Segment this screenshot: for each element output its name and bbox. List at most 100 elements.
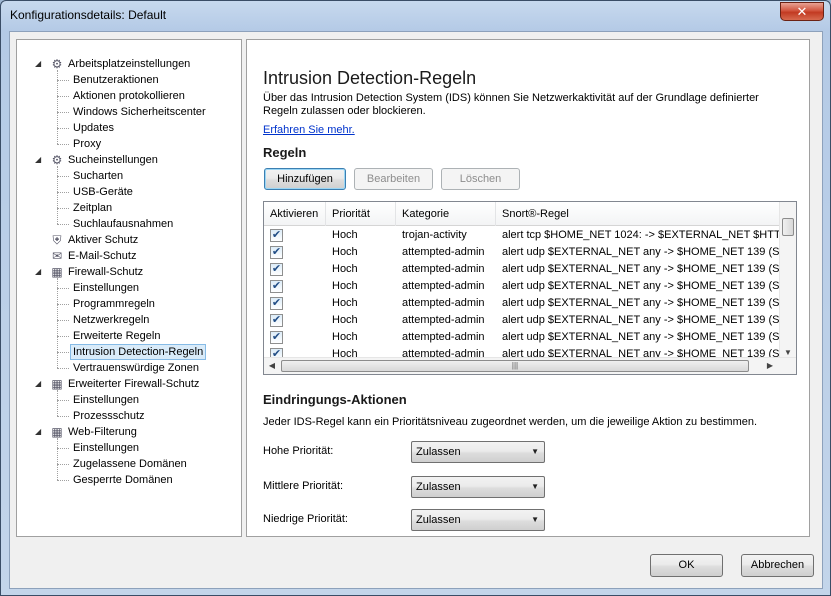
high-priority-select[interactable]: Zulassen ▼ <box>411 441 545 463</box>
tree-item[interactable]: Erweiterte Regeln <box>17 328 237 344</box>
dialog-window: Konfigurationsdetails: Default ✕ ◢ ⚙ Arbei… <box>0 0 831 596</box>
table-row[interactable]: ✔ Hoch attempted-admin alert udp $EXTERNAL_… <box>264 295 784 312</box>
tree-group-label: Firewall-Schutz <box>68 266 144 278</box>
tree-item[interactable]: Benutzeraktionen <box>17 72 237 88</box>
learn-more-link[interactable]: Erfahren Sie mehr. <box>263 124 355 136</box>
enable-checkbox[interactable]: ✔ <box>270 229 283 242</box>
close-button[interactable]: ✕ <box>780 2 824 21</box>
tree-connector <box>57 70 58 144</box>
enable-checkbox[interactable]: ✔ <box>270 331 283 344</box>
table-row[interactable]: ✔ Hoch attempted-admin alert udp $EXTERNAL_… <box>264 278 784 295</box>
tree-group[interactable]: ✉ E-Mail-Schutz <box>17 248 237 264</box>
tree-item[interactable]: Aktionen protokollieren <box>17 88 237 104</box>
tree-group-label: Arbeitsplatzeinstellungen <box>68 58 191 70</box>
tree-connector <box>57 192 69 193</box>
column-header-snort-rule[interactable]: Snort®-Regel <box>496 202 784 226</box>
table-row[interactable]: ✔ Hoch attempted-admin alert udp $EXTERNAL_… <box>264 312 784 329</box>
search-gear-icon: ⚙ <box>51 153 63 167</box>
tree-connector <box>57 368 69 369</box>
tree-expand-arrow-icon[interactable]: ◢ <box>35 264 44 280</box>
title-bar[interactable]: Konfigurationsdetails: Default ✕ <box>1 1 830 29</box>
column-header-category[interactable]: Kategorie <box>396 202 496 226</box>
edit-button[interactable]: Bearbeiten <box>354 168 433 190</box>
tree-item[interactable]: Prozessschutz <box>17 408 237 424</box>
enable-checkbox[interactable]: ✔ <box>270 280 283 293</box>
grid-horizontal-scrollbar[interactable]: ◀ ||| ▶ <box>264 357 796 374</box>
tree-connector <box>57 320 69 321</box>
tree-group[interactable]: ◢ ▦ Firewall-Schutz <box>17 264 237 280</box>
table-row[interactable]: ✔ Hoch attempted-admin alert udp $EXTERNAL_… <box>264 261 784 278</box>
tree-expand-arrow-icon[interactable]: ◢ <box>35 376 44 392</box>
tree-item-label: Suchlaufausnahmen <box>73 218 174 230</box>
tree-item-label: Gesperrte Domänen <box>73 474 173 486</box>
tree-item[interactable]: Suchlaufausnahmen <box>17 216 237 232</box>
tree-item-label: Erweiterte Regeln <box>73 330 161 342</box>
column-header-enable[interactable]: Aktivieren <box>264 202 326 226</box>
tree-expand-arrow-icon[interactable]: ◢ <box>35 424 44 440</box>
enable-checkbox[interactable]: ✔ <box>270 314 283 327</box>
enable-checkbox[interactable]: ✔ <box>270 297 283 310</box>
tree-item-label: USB-Geräte <box>73 186 133 198</box>
tree-expand-arrow-icon[interactable]: ◢ <box>35 56 44 72</box>
scroll-left-arrow-icon[interactable]: ◀ <box>264 361 280 370</box>
tree-item[interactable]: Zugelassene Domänen <box>17 456 237 472</box>
tree-group[interactable]: ⛨ Aktiver Schutz <box>17 232 237 248</box>
intrusion-actions-heading: Eindringungs-Aktionen <box>263 392 407 407</box>
tree-item[interactable]: Zeitplan <box>17 200 237 216</box>
tree-item-label: Windows Sicherheitscenter <box>73 106 206 118</box>
horizontal-scroll-thumb[interactable]: ||| <box>281 360 749 372</box>
delete-button[interactable]: Löschen <box>441 168 520 190</box>
enable-checkbox[interactable]: ✔ <box>270 246 283 259</box>
tree-item[interactable]: Programmregeln <box>17 296 237 312</box>
category-cell: attempted-admin <box>402 297 485 309</box>
add-button[interactable]: Hinzufügen <box>264 168 346 190</box>
tree-item[interactable]: Einstellungen <box>17 392 237 408</box>
tree-connector <box>57 390 58 416</box>
low-priority-select[interactable]: Zulassen ▼ <box>411 509 545 531</box>
tree-expand-arrow-icon[interactable]: ◢ <box>35 152 44 168</box>
grid-vertical-scrollbar[interactable]: ▼ <box>779 202 796 358</box>
category-cell: attempted-admin <box>402 263 485 275</box>
table-row[interactable]: ✔ Hoch attempted-admin alert udp $EXTERNAL_… <box>264 244 784 261</box>
tree-connector <box>57 208 69 209</box>
tree-group[interactable]: ◢ ▦ Erweiterter Firewall-Schutz <box>17 376 237 392</box>
table-row[interactable]: ✔ Hoch attempted-admin alert udp $EXTERNAL_… <box>264 329 784 346</box>
scroll-down-arrow-icon[interactable]: ▼ <box>780 348 796 357</box>
tree-group[interactable]: ◢ ⚙ Sucheinstellungen <box>17 152 237 168</box>
tree-item[interactable]: Intrusion Detection-Regeln <box>17 344 237 360</box>
tree-item-label: Sucharten <box>73 170 124 182</box>
tree-connector <box>57 464 69 465</box>
shield-icon: ⛨ <box>52 233 62 247</box>
column-header-priority[interactable]: Priorität <box>326 202 396 226</box>
tree-item[interactable]: Gesperrte Domänen <box>17 472 237 488</box>
cancel-button[interactable]: Abbrechen <box>741 554 814 577</box>
intrusion-actions-description: Jeder IDS-Regel kann ein Prioritätsnivea… <box>263 416 758 428</box>
category-cell: attempted-admin <box>402 246 485 258</box>
category-cell: attempted-admin <box>402 314 485 326</box>
enable-checkbox[interactable]: ✔ <box>270 263 283 276</box>
ok-button[interactable]: OK <box>650 554 723 577</box>
high-priority-value: Zulassen <box>416 446 461 458</box>
tree-item[interactable]: Vertrauenswürdige Zonen <box>17 360 237 376</box>
medium-priority-select[interactable]: Zulassen ▼ <box>411 476 545 498</box>
tree-group[interactable]: ◢ ▦ Web-Filterung <box>17 424 237 440</box>
tree-connector <box>57 224 69 225</box>
firewall-icon: ▦ <box>51 265 63 279</box>
tree-item[interactable]: Einstellungen <box>17 280 237 296</box>
table-row[interactable]: ✔ Hoch trojan-activity alert tcp $HOME_NET … <box>264 227 784 244</box>
tree-item-label: Einstellungen <box>73 282 140 294</box>
tree-group[interactable]: ◢ ⚙ Arbeitsplatzeinstellungen <box>17 56 237 72</box>
vertical-scroll-thumb[interactable] <box>782 218 794 236</box>
tree-item[interactable]: USB-Geräte <box>17 184 237 200</box>
tree-item[interactable]: Updates <box>17 120 237 136</box>
tree-connector <box>57 128 69 129</box>
scroll-right-arrow-icon[interactable]: ▶ <box>762 361 778 370</box>
tree-connector <box>57 352 69 353</box>
tree-item[interactable]: Proxy <box>17 136 237 152</box>
tree-item[interactable]: Sucharten <box>17 168 237 184</box>
tree-item[interactable]: Einstellungen <box>17 440 237 456</box>
ids-rules-grid[interactable]: Aktivieren Priorität Kategorie Snort®-Re… <box>263 201 797 375</box>
chevron-down-icon: ▼ <box>531 482 539 491</box>
tree-item[interactable]: Windows Sicherheitscenter <box>17 104 237 120</box>
tree-item[interactable]: Netzwerkregeln <box>17 312 237 328</box>
